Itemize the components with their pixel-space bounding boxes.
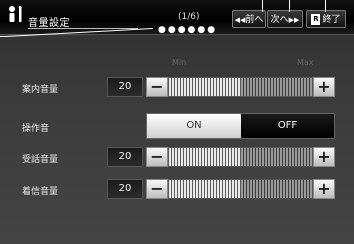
page-indicator: (1/6) [178,12,200,22]
operation-sound-on-button[interactable]: ON [147,114,241,138]
call-volume-plus-button[interactable]: + [313,147,335,167]
scale-min-label: Min [172,58,187,67]
prev-label: 前へ [245,15,264,25]
call-volume-slider[interactable] [168,147,313,167]
ringtone-volume-label: 着信音量 [22,187,59,197]
end-label: 終了 [322,15,341,25]
callout-line-next [289,0,290,12]
slider-remainder [240,180,312,198]
header-bar: 音量設定 (1/6) ●●●●●● ◀◀前へ 次へ▶▶ R 終了 [0,0,354,35]
end-button[interactable]: R 終了 [306,10,346,28]
slider-fill [169,78,241,96]
call-volume-minus-button[interactable]: − [146,147,168,167]
prev-button[interactable]: ◀◀前へ [232,10,266,28]
next-label: 次へ [270,15,289,25]
prev-arrow-icon: ◀◀ [234,16,246,24]
volume-settings-screen: 音量設定 (1/6) ●●●●●● ◀◀前へ 次へ▶▶ R 終了 Min Max … [0,0,354,244]
page-title: 音量設定 [28,18,70,29]
guidance-volume-plus-button[interactable]: + [313,77,335,97]
person-volume-icon [9,6,22,22]
slider-fill [169,180,241,198]
ringtone-volume-minus-button[interactable]: − [146,179,168,199]
slider-fill [169,148,241,166]
operation-sound-off-button[interactable]: OFF [241,114,334,138]
operation-sound-label: 操作音 [22,124,50,134]
next-button[interactable]: 次へ▶▶ [267,10,303,28]
callout-line-prev [262,0,263,12]
slider-remainder [240,78,312,96]
scale-max-label: Max [297,58,314,67]
page-dots-text: ●●●●●● [158,25,218,35]
guidance-volume-slider[interactable] [168,77,313,97]
operation-sound-toggle: ON OFF [146,113,335,139]
ringtone-volume-plus-button[interactable]: + [313,179,335,199]
call-volume-label: 受話音量 [22,155,59,165]
page-dots: ●●●●●● [158,25,218,35]
ringtone-volume-slider[interactable] [168,179,313,199]
next-arrow-icon: ▶▶ [288,16,300,24]
guidance-volume-label: 案内音量 [22,85,59,95]
slider-remainder [240,148,312,166]
guidance-volume-minus-button[interactable]: − [146,77,168,97]
ringtone-volume-value: 20 [107,179,143,199]
call-volume-value: 20 [107,147,143,167]
end-icon: R [311,14,321,25]
guidance-volume-value: 20 [107,77,143,97]
callout-line-end [325,0,326,12]
